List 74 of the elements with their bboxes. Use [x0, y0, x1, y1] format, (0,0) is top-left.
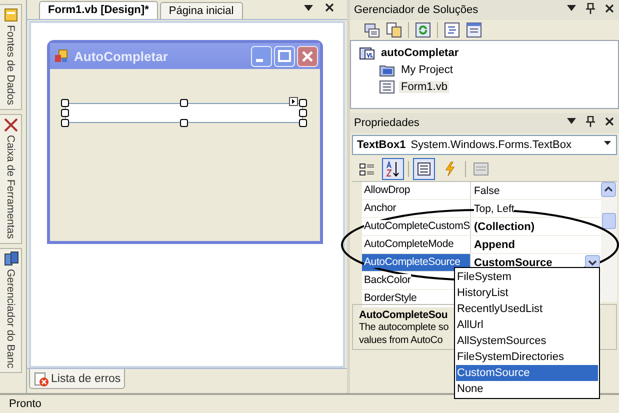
dropdown-icon [604, 141, 611, 145]
panel-title: Gerenciador de Soluções [354, 4, 478, 16]
view-code-icon [444, 22, 460, 38]
copy-icon [386, 22, 402, 38]
pin-icon [586, 2, 595, 14]
property-name[interactable]: AutoCompleteCustomS [364, 220, 470, 232]
side-tab[interactable]: Caixa de Ferramentas [0, 114, 22, 244]
form-icon [54, 49, 68, 63]
dropdown-option[interactable]: AllUrl [456, 317, 598, 333]
dropdown-option[interactable]: FileSystem [456, 269, 598, 285]
object-selector[interactable]: TextBox1 System.Windows.Forms.TextBox [352, 135, 617, 155]
tree-item[interactable]: My Project [399, 64, 455, 76]
status-text: Pronto [9, 398, 42, 410]
properties-window-icon [364, 22, 380, 38]
description-text: values from AutoCo [359, 335, 443, 346]
scroll-up-icon [601, 182, 616, 197]
dropdown-option[interactable]: RecentlyUsedList [456, 301, 598, 317]
dropdown-icon [567, 5, 576, 11]
bottom-tab[interactable]: Lista de erros [29, 369, 125, 389]
property-name[interactable]: AutoCompleteSource [364, 256, 460, 268]
resize-handle[interactable] [180, 119, 188, 127]
dropdown-option[interactable]: CustomSource [456, 365, 598, 381]
dropdown-option[interactable]: AllSystemSources [456, 333, 598, 349]
close-icon [297, 46, 318, 66]
bottom-tab-label: Lista de erros [51, 372, 121, 384]
side-tab-label: Gerenciador do Banc [4, 268, 16, 368]
tree-item[interactable]: Form1.vb [399, 80, 450, 92]
object-name: TextBox1 [357, 139, 406, 151]
document-tab[interactable]: Página inicial [160, 2, 243, 19]
property-name[interactable]: AllowDrop [364, 184, 410, 196]
close-icon [325, 3, 334, 12]
pin-icon [586, 116, 595, 126]
object-type: System.Windows.Forms.TextBox [410, 139, 572, 151]
property-value: Top, Left [474, 202, 514, 214]
maximize-icon [274, 46, 295, 66]
dropdown-option[interactable]: FileSystemDirectories [456, 349, 598, 365]
dropdown-option[interactable]: None [456, 381, 598, 397]
property-name[interactable]: AutoCompleteMode [364, 238, 454, 250]
close-icon [605, 4, 614, 12]
side-tab-label: Caixa de Ferramentas [4, 134, 16, 239]
scroll-thumb[interactable] [602, 213, 616, 229]
database-icon [2, 7, 18, 23]
property-name[interactable]: BorderStyle [364, 292, 417, 304]
resize-handle[interactable] [180, 99, 188, 107]
property-name[interactable]: BackColor [364, 274, 411, 286]
minimize-icon [251, 46, 272, 66]
form-file-icon [379, 78, 395, 94]
side-tab[interactable]: Gerenciador do Banc [0, 248, 22, 374]
smart-tag-icon [289, 97, 298, 106]
side-tab[interactable]: Fontes de Dados [0, 4, 22, 110]
panel-title: Propriedades [354, 117, 420, 129]
dropdown-option[interactable]: HistoryList [456, 285, 598, 301]
property-list-icon[interactable] [413, 158, 435, 180]
close-icon [605, 116, 614, 126]
scroll-bar[interactable] [601, 182, 617, 302]
document-tab[interactable]: Form1.vb [Design]* [39, 1, 158, 19]
property-value: (Collection) [474, 220, 534, 232]
server-icon [2, 250, 18, 267]
tree-item[interactable]: autoCompletar [379, 46, 461, 58]
side-tab-label: Fontes de Dados [4, 25, 16, 105]
refresh-icon [415, 22, 431, 38]
view-designer-icon [466, 22, 482, 38]
sort-az-icon[interactable] [382, 158, 404, 180]
description-text: The autocomplete so [359, 322, 449, 333]
dropdown-icon [304, 4, 313, 10]
form-title: AutoCompletar [74, 48, 168, 64]
error-list-icon [33, 370, 49, 386]
property-name[interactable]: Anchor [364, 202, 396, 214]
dropdown-icon [567, 118, 576, 124]
property-value: CustomSource [474, 256, 552, 268]
description-title: AutoCompleteSou [359, 309, 448, 321]
project-icon [359, 44, 375, 60]
property-value: Append [474, 238, 515, 250]
property-value: False [474, 184, 500, 196]
